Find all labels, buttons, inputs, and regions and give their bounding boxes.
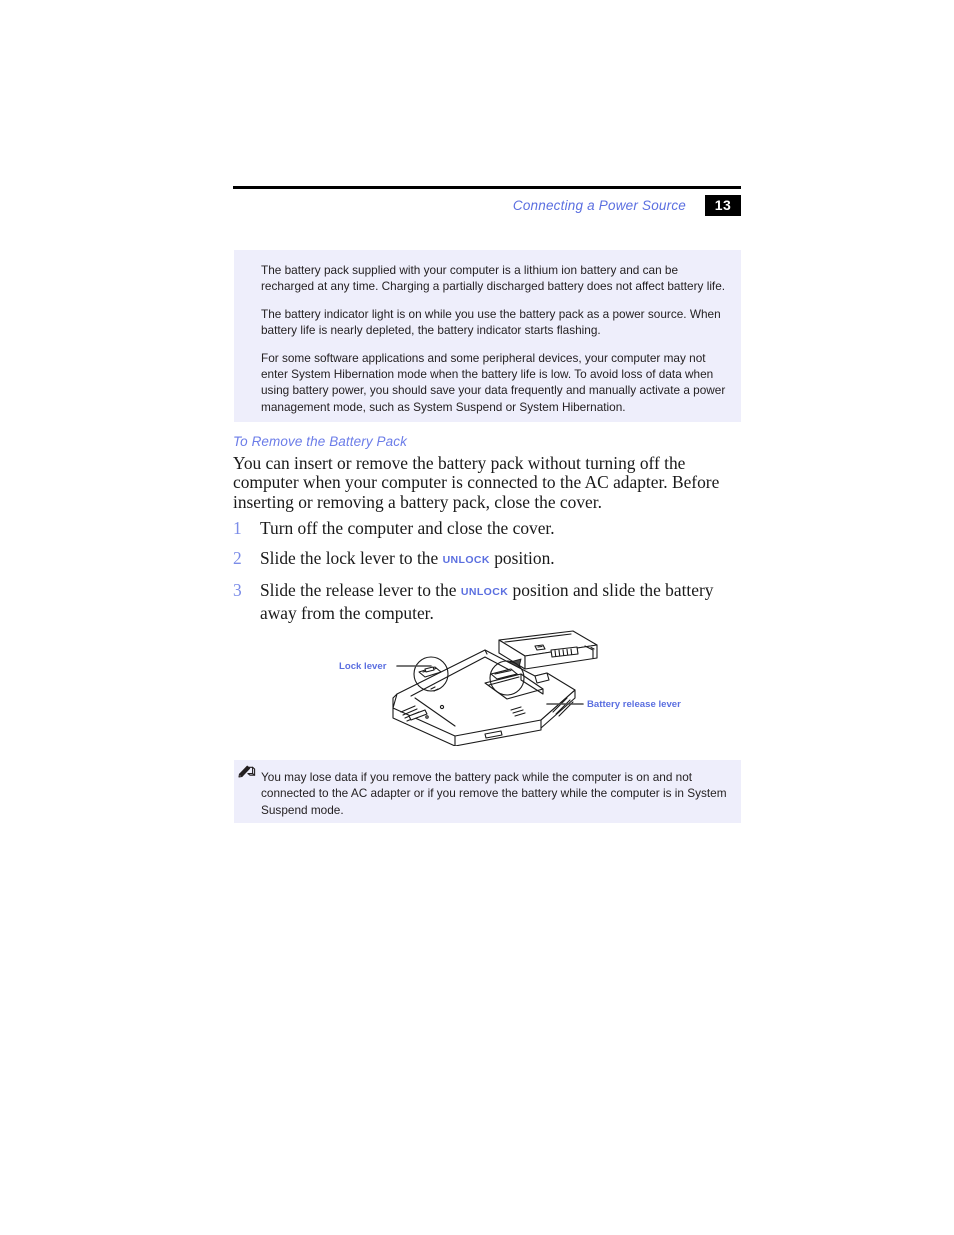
note-paragraph: The battery indicator light is on while … [261,306,721,338]
document-page: Connecting a Power Source 13 The battery… [0,0,954,1235]
header-rule [233,186,741,189]
header-row: Connecting a Power Source 13 [233,194,741,216]
step-text-part: Slide the lock lever to the [260,548,443,568]
step-text-part: position. [489,548,555,568]
section-heading: To Remove the Battery Pack [233,434,407,449]
list-item: 2 Slide the lock lever to the UNLOCK pos… [233,548,743,571]
numbered-step-list: 1 Turn off the computer and close the co… [233,518,743,633]
pencil-note-icon [238,765,256,778]
step-number: 2 [233,548,242,568]
unlock-label: UNLOCK [460,586,509,598]
section-intro-paragraph: You can insert or remove the battery pac… [233,453,720,512]
step-text-part: Turn off the computer and close the cove… [260,518,555,538]
list-item: 3 Slide the release lever to the UNLOCK … [233,580,743,624]
note-box-top: The battery pack supplied with your comp… [234,250,741,422]
step-text: Turn off the computer and close the cove… [260,518,743,539]
page-number-badge: 13 [705,194,741,216]
laptop-battery-diagram: Lock lever Battery release lever [339,630,681,747]
note-box-bottom: You may lose data if you remove the batt… [234,760,741,823]
callout-label-battery-release-lever: Battery release lever [587,699,681,710]
step-number: 3 [233,580,242,600]
unlock-label: UNLOCK [442,554,490,566]
callout-label-lock-lever: Lock lever [339,661,387,672]
battery-removal-illustration: Lock lever Battery release lever [335,628,695,747]
step-text-part: Slide the release lever to the [260,580,461,600]
step-text: Slide the lock lever to the UNLOCK posit… [260,548,743,571]
list-item: 1 Turn off the computer and close the co… [233,518,743,539]
note-paragraph: For some software applications and some … [261,350,726,414]
running-header: Connecting a Power Source 13 [233,186,741,216]
header-title: Connecting a Power Source [512,197,686,213]
note-paragraph: The battery pack supplied with your comp… [261,263,726,294]
step-text: Slide the release lever to the UNLOCK po… [260,580,743,624]
step-number: 1 [233,518,242,538]
note-text: You may lose data if you remove the batt… [261,770,727,817]
